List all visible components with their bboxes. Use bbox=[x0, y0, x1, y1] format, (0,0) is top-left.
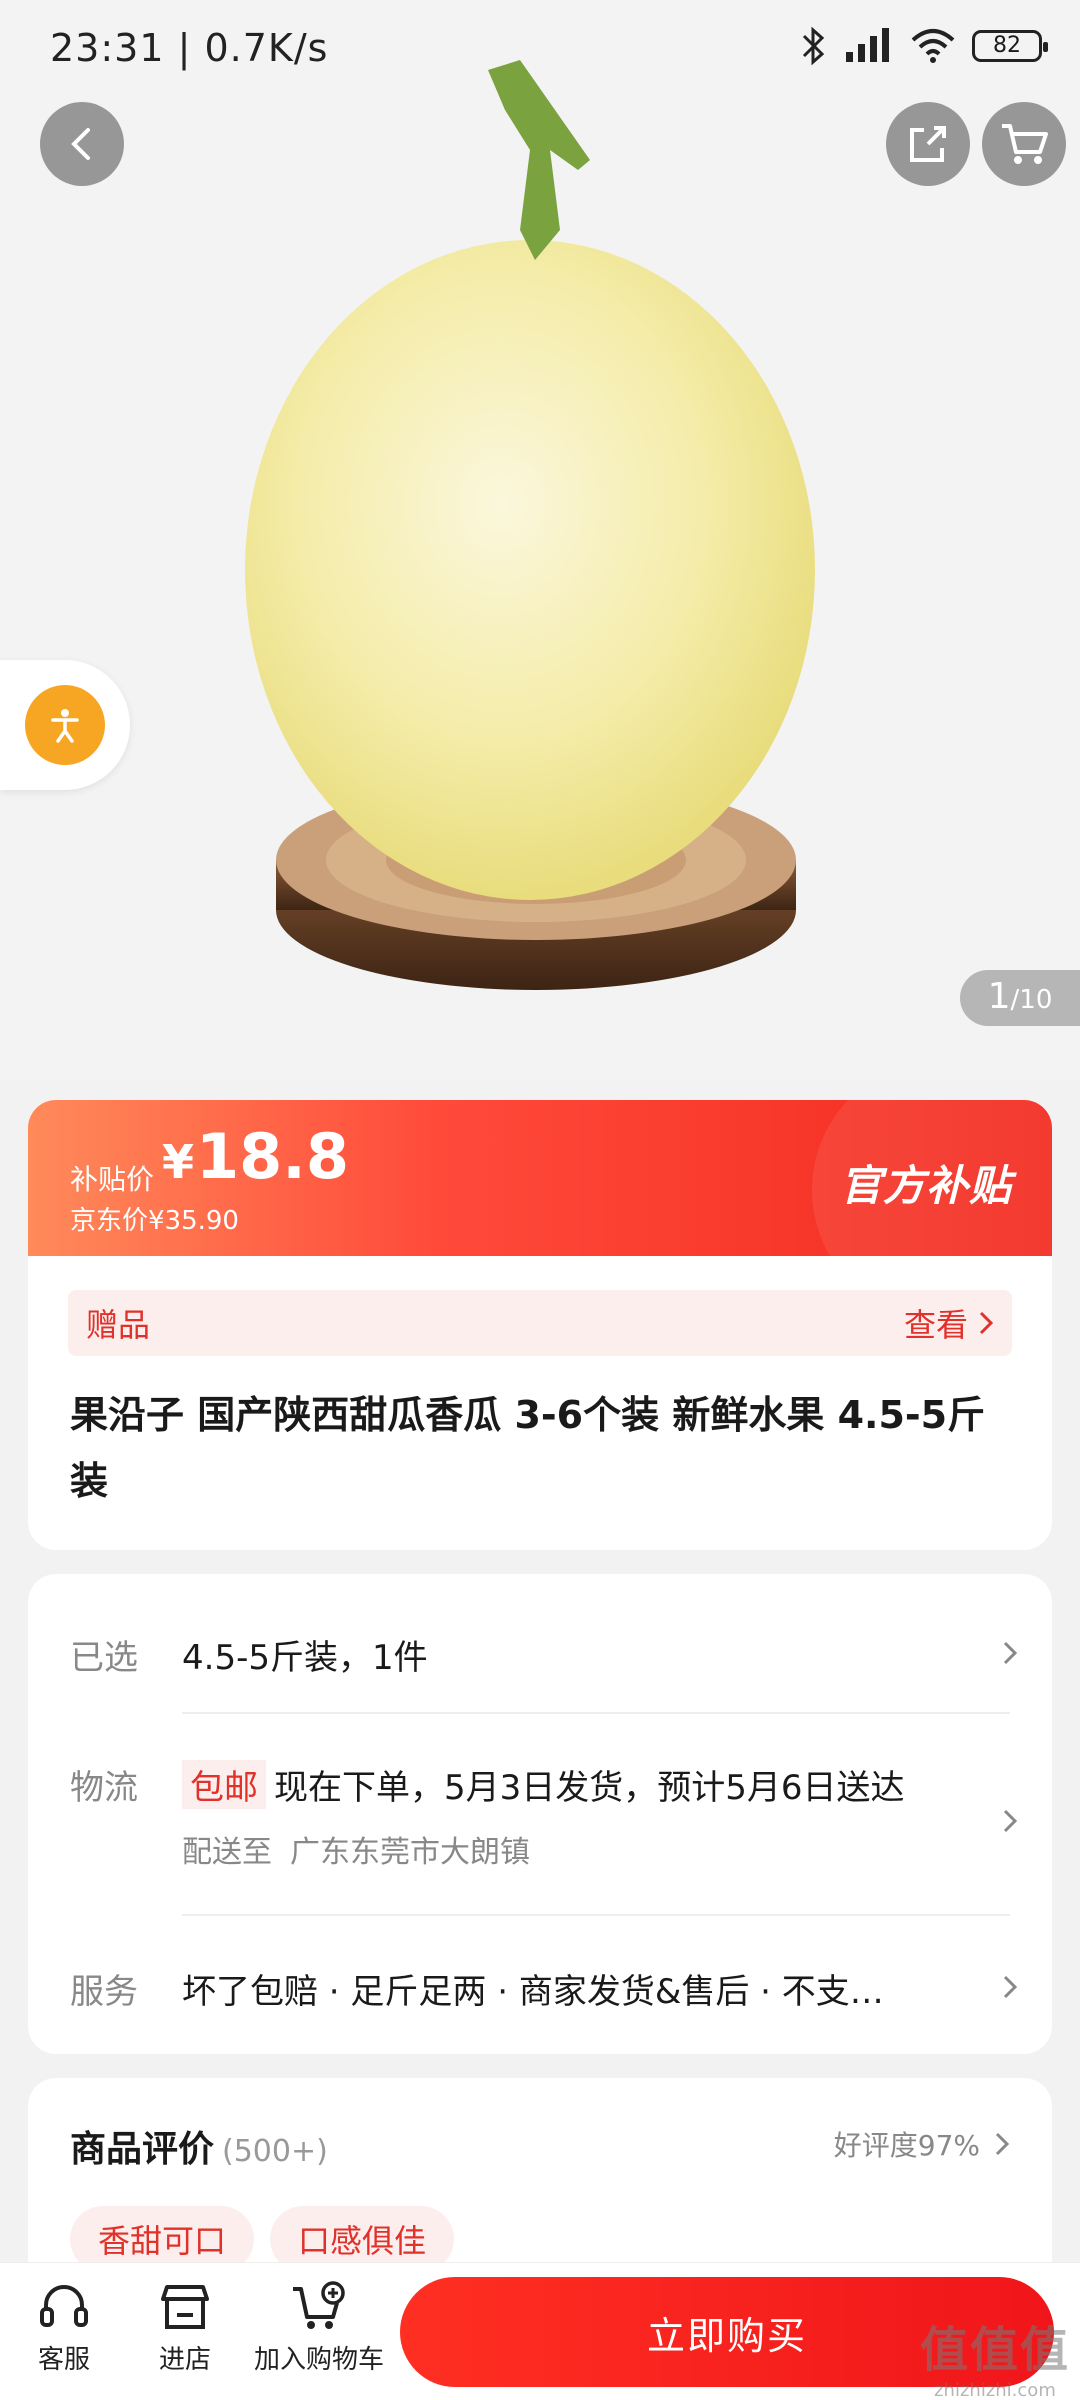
official-subsidy-badge: 官方补贴 bbox=[839, 1161, 1012, 1210]
chevron-right-icon bbox=[979, 1311, 994, 1335]
delivery-estimate: 现在下单，5月3日发货，预计5月6日送达 bbox=[274, 1768, 905, 1808]
free-shipping-tag: 包邮 bbox=[182, 1760, 266, 1809]
chevron-left-icon bbox=[71, 128, 90, 160]
product-summary-card: 补贴价 ¥18.8 京东价¥35.90 官方补贴 赠品 查看 果沿子 国产陕西甜… bbox=[28, 1100, 1052, 1550]
selection-value: 4.5-5斤装，1件 bbox=[182, 1638, 428, 1678]
original-price: 京东价¥35.90 bbox=[70, 1206, 239, 1236]
service-text: 坏了包赔 · 足斤足两 · 商家发货&售后 · 不支… bbox=[182, 1972, 884, 2012]
selection-label: 已选 bbox=[70, 1638, 138, 1678]
add-to-cart-button[interactable]: 加入购物车 bbox=[242, 2275, 396, 2376]
wifi-icon bbox=[911, 29, 955, 63]
chevron-right-icon bbox=[1003, 1641, 1018, 1665]
customer-service-button[interactable]: 客服 bbox=[24, 2275, 104, 2376]
cart-button[interactable] bbox=[982, 102, 1066, 186]
service-label: 服务 bbox=[70, 1972, 138, 2012]
gift-view-link: 查看 bbox=[903, 1306, 968, 1344]
status-bar: 23:31 | 0.7K/s 82 bbox=[0, 0, 1080, 100]
status-time: 23:31 | 0.7K/s bbox=[50, 26, 329, 70]
store-icon bbox=[161, 2285, 209, 2329]
headset-icon bbox=[40, 2285, 88, 2327]
pager-current: 1 bbox=[987, 976, 1011, 1017]
logistics-label: 物流 bbox=[70, 1768, 138, 1808]
ship-to-label: 配送至 bbox=[182, 1835, 272, 1870]
bluetooth-icon bbox=[802, 26, 825, 66]
product-options-card: 已选 4.5-5斤装，1件 物流 包邮 现在下单，5月3日发货，预计5月6日送达 … bbox=[28, 1574, 1052, 2054]
chevron-right-icon bbox=[995, 2132, 1010, 2156]
gift-bar[interactable]: 赠品 查看 bbox=[68, 1290, 1012, 1356]
cart-icon bbox=[1002, 124, 1048, 164]
logistics-row[interactable]: 物流 包邮 现在下单，5月3日发货，预计5月6日送达 配送至 广东东莞市大朗镇 bbox=[70, 1760, 1018, 1880]
product-title: 果沿子 国产陕西甜瓜香瓜 3-6个装 新鲜水果 4.5-5斤装 bbox=[70, 1393, 986, 1503]
service-row[interactable]: 服务 坏了包赔 · 足斤足两 · 商家发货&售后 · 不支… bbox=[70, 1964, 1018, 2012]
share-icon bbox=[910, 126, 946, 162]
add-cart-icon bbox=[293, 2281, 345, 2329]
product-image[interactable] bbox=[230, 30, 830, 1030]
watermark: 值值值 zhizhizhi.com bbox=[919, 2322, 1070, 2400]
selection-row[interactable]: 已选 4.5-5斤装，1件 bbox=[70, 1630, 1018, 1678]
gallery-pager: 1/10 bbox=[960, 970, 1080, 1026]
bottom-action-bar: 客服 进店 加入购物车 立即购买 bbox=[0, 2262, 1080, 2400]
subsidy-price-label: 补贴价 bbox=[70, 1163, 155, 1196]
signal-icon bbox=[846, 28, 889, 62]
reviews-count: (500+) bbox=[222, 2134, 328, 2169]
ship-to-address: 广东东莞市大朗镇 bbox=[290, 1835, 530, 1870]
reviews-title: 商品评价 (500+) bbox=[70, 2129, 328, 2170]
accessibility-icon bbox=[51, 709, 79, 743]
chevron-right-icon bbox=[1003, 1975, 1018, 1999]
positive-rate: 好评度97% bbox=[833, 2129, 980, 2162]
store-button[interactable]: 进店 bbox=[145, 2275, 225, 2376]
back-button[interactable] bbox=[40, 102, 124, 186]
pager-total: /10 bbox=[1010, 985, 1053, 1015]
accessibility-button[interactable] bbox=[0, 660, 130, 790]
battery-indicator: 82 bbox=[972, 30, 1048, 62]
chevron-right-icon bbox=[1003, 1809, 1018, 1833]
price-banner: 补贴价 ¥18.8 京东价¥35.90 官方补贴 bbox=[28, 1100, 1052, 1256]
gift-label: 赠品 bbox=[86, 1306, 151, 1344]
share-button[interactable] bbox=[886, 102, 970, 186]
subsidy-price: ¥18.8 bbox=[162, 1120, 349, 1193]
